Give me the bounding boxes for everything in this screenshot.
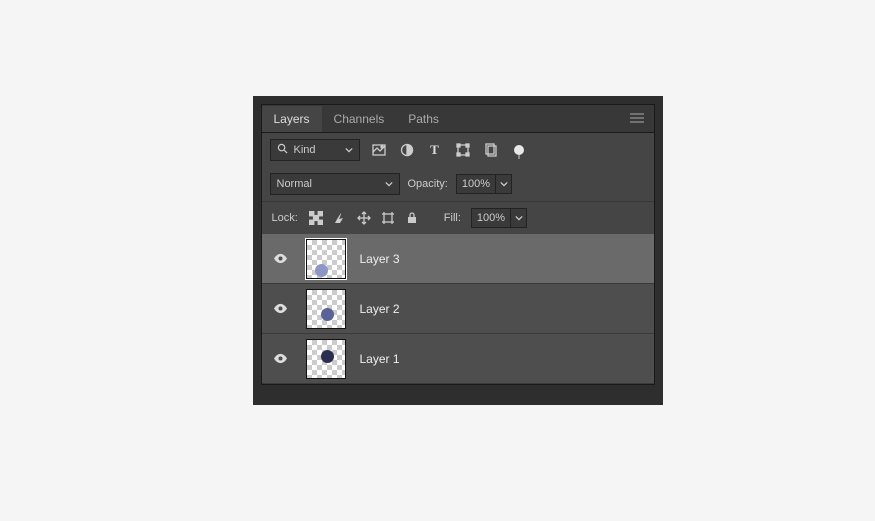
blend-opacity-row: Normal Opacity: 100% [262, 167, 654, 201]
panel-tabs: Layers Channels Paths [262, 105, 654, 133]
tab-layers[interactable]: Layers [262, 106, 322, 132]
layer-name[interactable]: Layer 3 [360, 252, 400, 266]
opacity-dropdown-button[interactable] [496, 174, 512, 194]
lock-label: Lock: [272, 212, 298, 224]
filter-shape-icon[interactable] [454, 141, 472, 159]
chevron-down-icon [345, 146, 353, 154]
layers-panel-container: Layers Channels Paths Kind T [253, 96, 663, 405]
eye-icon [273, 303, 288, 314]
filter-pixel-icon[interactable] [370, 141, 388, 159]
layers-panel: Layers Channels Paths Kind T [261, 104, 655, 385]
layer-item[interactable]: Layer 1 [262, 334, 654, 384]
layer-thumbnail[interactable] [306, 239, 346, 279]
layer-thumbnail[interactable] [306, 339, 346, 379]
fill-dropdown-button[interactable] [511, 208, 527, 228]
layer-thumbnail[interactable] [306, 289, 346, 329]
lock-all-icon[interactable] [404, 209, 420, 227]
layer-item[interactable]: Layer 2 [262, 284, 654, 334]
filter-adjustment-icon[interactable] [398, 141, 416, 159]
filter-smart-icon[interactable] [482, 141, 500, 159]
lock-row: Lock: Fill: 100% [262, 201, 654, 234]
chevron-down-icon [515, 214, 523, 222]
lock-transparency-icon[interactable] [308, 209, 324, 227]
blend-mode-value: Normal [277, 178, 312, 190]
filter-type-icon[interactable]: T [426, 141, 444, 159]
lock-position-icon[interactable] [356, 209, 372, 227]
eye-icon [273, 353, 288, 364]
visibility-toggle[interactable] [270, 253, 292, 264]
layer-filter-row: Kind T [262, 133, 654, 167]
chevron-down-icon [500, 180, 508, 188]
tab-paths[interactable]: Paths [396, 106, 451, 132]
opacity-label: Opacity: [408, 178, 448, 190]
opacity-input[interactable]: 100% [456, 174, 496, 194]
chevron-down-icon [385, 180, 393, 188]
visibility-toggle[interactable] [270, 353, 292, 364]
layer-item[interactable]: Layer 3 [262, 234, 654, 284]
layer-name[interactable]: Layer 1 [360, 352, 400, 366]
fill-label: Fill: [444, 212, 461, 224]
lock-artboard-icon[interactable] [380, 209, 396, 227]
layers-list: Layer 3 Layer 2 Layer 1 [262, 234, 654, 384]
filter-kind-label: Kind [294, 144, 316, 156]
fill-input[interactable]: 100% [471, 208, 511, 228]
search-icon [277, 143, 288, 157]
panel-menu-icon[interactable] [620, 112, 654, 126]
filter-kind-select[interactable]: Kind [270, 139, 360, 161]
filter-toggle-icon[interactable] [510, 141, 528, 159]
layer-name[interactable]: Layer 2 [360, 302, 400, 316]
blend-mode-select[interactable]: Normal [270, 173, 400, 195]
eye-icon [273, 253, 288, 264]
lock-image-icon[interactable] [332, 209, 348, 227]
tab-channels[interactable]: Channels [322, 106, 397, 132]
visibility-toggle[interactable] [270, 303, 292, 314]
